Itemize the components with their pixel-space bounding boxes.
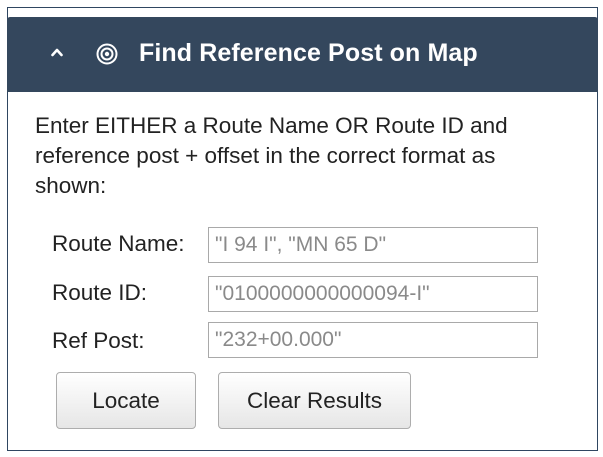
chevron-up-icon[interactable] (51, 46, 63, 58)
locate-button[interactable]: Locate (56, 372, 196, 429)
instructions-text: Enter EITHER a Route Name OR Route ID an… (35, 113, 508, 198)
route-name-label: Route Name: (52, 231, 185, 256)
clear-results-button[interactable]: Clear Results (218, 372, 411, 429)
route-name-input[interactable] (208, 227, 538, 263)
target-icon (96, 43, 118, 65)
ref-post-label: Ref Post: (52, 328, 145, 353)
ref-post-input[interactable] (208, 322, 538, 358)
route-id-input[interactable] (208, 276, 538, 312)
route-id-label: Route ID: (52, 280, 148, 305)
panel-title: Find Reference Post on Map (139, 39, 478, 67)
panel-header[interactable]: Find Reference Post on Map (7, 17, 598, 92)
